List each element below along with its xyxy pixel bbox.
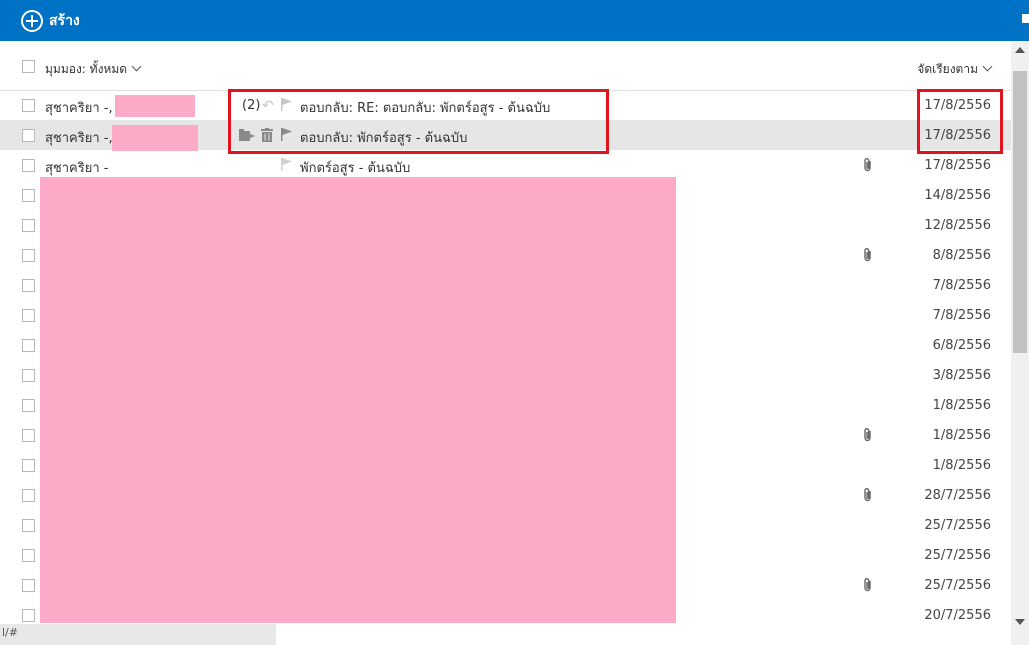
select-all-checkbox[interactable] xyxy=(22,60,35,73)
row-checkbox[interactable] xyxy=(22,189,35,202)
received-date: 28/7/2556 xyxy=(924,488,991,503)
row-checkbox[interactable] xyxy=(22,489,35,502)
received-date: 25/7/2556 xyxy=(924,548,991,563)
received-date: 20/7/2556 xyxy=(924,608,991,623)
flag-icon[interactable] xyxy=(281,158,292,171)
sort-by-dropdown[interactable]: จัดเรียงตาม xyxy=(917,60,993,79)
subject: พักตร์อสูร - ต้นฉบับ xyxy=(300,161,411,176)
row-checkbox[interactable] xyxy=(22,579,35,592)
view-filter-label: มุมมอง: ทั้งหมด xyxy=(45,62,128,76)
sender-name: สุชาคริยา - xyxy=(45,161,109,176)
panel-toggle-icon[interactable] xyxy=(1022,14,1029,23)
redaction-block xyxy=(40,177,676,623)
new-message-label: สร้าง xyxy=(49,13,80,29)
sort-by-label: จัดเรียงตาม xyxy=(917,62,978,76)
plus-circle-icon xyxy=(21,10,43,32)
received-date: 25/7/2556 xyxy=(924,518,991,533)
row-checkbox[interactable] xyxy=(22,519,35,532)
row-checkbox[interactable] xyxy=(22,339,35,352)
row-checkbox[interactable] xyxy=(22,129,35,142)
received-date: 6/8/2556 xyxy=(932,338,991,353)
sender-name: สุชาคริยา -, xyxy=(45,131,113,146)
attachment-icon xyxy=(864,578,871,592)
view-filter-dropdown[interactable]: มุมมอง: ทั้งหมด xyxy=(45,60,142,79)
scroll-down-arrow-icon[interactable] xyxy=(1015,619,1025,625)
row-checkbox[interactable] xyxy=(22,609,35,622)
row-checkbox[interactable] xyxy=(22,459,35,472)
scrollbar[interactable] xyxy=(1011,41,1029,645)
new-message-button[interactable]: สร้าง xyxy=(21,8,80,34)
row-checkbox[interactable] xyxy=(22,399,35,412)
received-date: 1/8/2556 xyxy=(932,458,991,473)
row-checkbox[interactable] xyxy=(22,159,35,172)
row-checkbox[interactable] xyxy=(22,369,35,382)
message-list-header: มุมมอง: ทั้งหมด จัดเรียงตาม xyxy=(0,41,1011,91)
row-checkbox[interactable] xyxy=(22,429,35,442)
status-bar-url: l/# xyxy=(0,624,276,645)
highlight-box-subjects xyxy=(228,89,609,154)
row-checkbox[interactable] xyxy=(22,309,35,322)
attachment-icon xyxy=(864,158,871,172)
received-date: 7/8/2556 xyxy=(932,308,991,323)
scroll-thumb[interactable] xyxy=(1013,71,1027,353)
received-date: 1/8/2556 xyxy=(932,398,991,413)
chevron-down-icon xyxy=(131,61,142,72)
top-command-bar: สร้าง xyxy=(0,0,1029,41)
row-checkbox[interactable] xyxy=(22,219,35,232)
redaction-block xyxy=(112,125,198,151)
received-date: 25/7/2556 xyxy=(924,578,991,593)
message-row[interactable]: สุชาคริยา - พักตร์อสูร - ต้นฉบับ 17/8/25… xyxy=(0,150,1011,180)
received-date: 7/8/2556 xyxy=(932,278,991,293)
received-date: 1/8/2556 xyxy=(932,428,991,443)
sender-name: สุชาคริยา -, xyxy=(45,101,113,116)
row-checkbox[interactable] xyxy=(22,549,35,562)
received-date: 17/8/2556 xyxy=(924,158,991,173)
attachment-icon xyxy=(864,428,871,442)
received-date: 3/8/2556 xyxy=(932,368,991,383)
redaction-block xyxy=(115,95,195,117)
row-checkbox[interactable] xyxy=(22,279,35,292)
highlight-box-dates xyxy=(917,89,1003,154)
scroll-up-arrow-icon[interactable] xyxy=(1015,47,1025,53)
attachment-icon xyxy=(864,488,871,502)
received-date: 14/8/2556 xyxy=(924,188,991,203)
row-checkbox[interactable] xyxy=(22,99,35,112)
attachment-icon xyxy=(864,248,871,262)
received-date: 12/8/2556 xyxy=(924,218,991,233)
received-date: 8/8/2556 xyxy=(932,248,991,263)
row-checkbox[interactable] xyxy=(22,249,35,262)
chevron-down-icon xyxy=(982,61,993,72)
